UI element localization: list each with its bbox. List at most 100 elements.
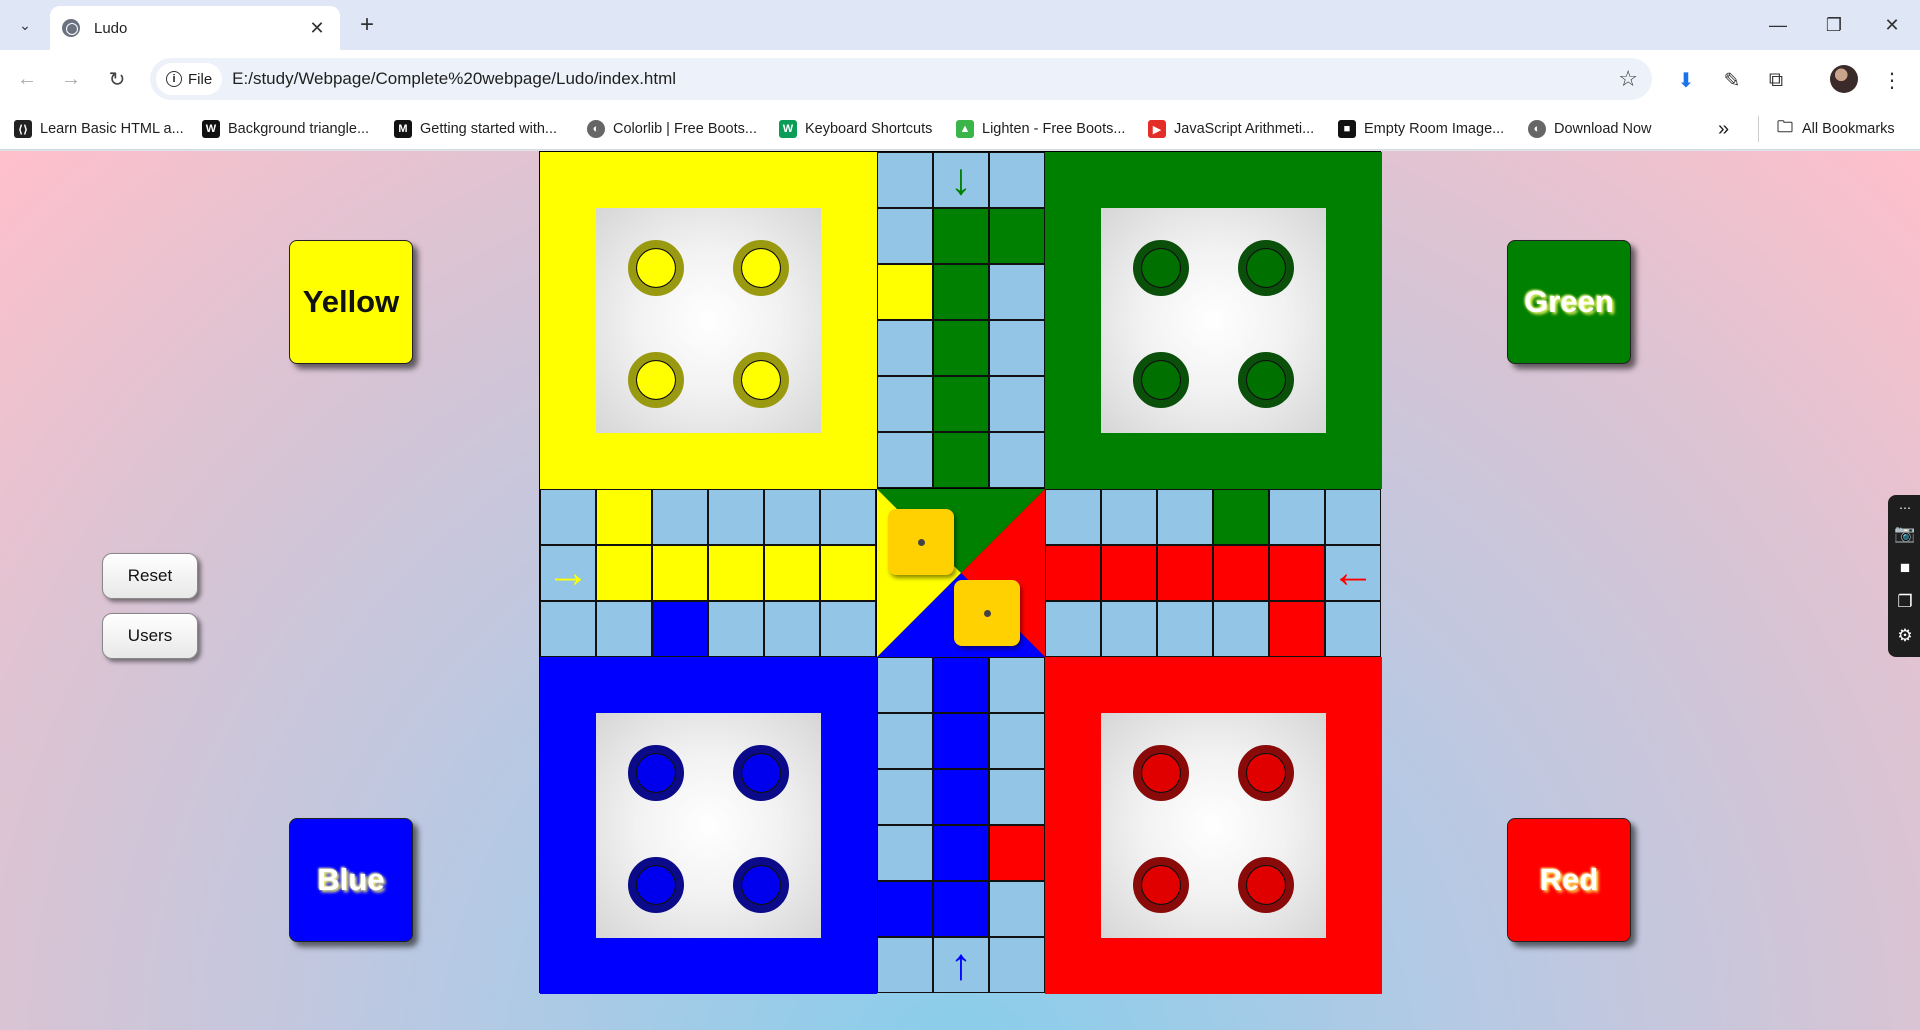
bookmark-item[interactable]: ⟨⟩ Learn Basic HTML a...	[14, 116, 184, 142]
menu-kebab-icon[interactable]: ⋮	[1878, 66, 1906, 94]
track-cell	[764, 601, 820, 657]
users-button[interactable]: Users	[102, 613, 198, 659]
bookmark-item[interactable]: ■ Empty Room Image...	[1338, 116, 1504, 142]
minimize-icon[interactable]: —	[1750, 0, 1806, 50]
track-cell-green	[933, 264, 989, 320]
youtube-icon: ▶	[1148, 120, 1166, 138]
bookmark-star-icon[interactable]: ☆	[1618, 66, 1638, 92]
reload-icon[interactable]: ↻	[102, 64, 132, 94]
track-cell	[540, 489, 596, 545]
track-cell	[877, 769, 933, 825]
token-green[interactable]	[1238, 352, 1294, 408]
folder-icon: 🗀	[1776, 118, 1793, 136]
bookmark-item[interactable]: M Getting started with...	[394, 116, 557, 142]
track-cell	[989, 152, 1045, 208]
forward-arrow-icon[interactable]: →	[56, 64, 86, 94]
token-blue[interactable]	[628, 857, 684, 913]
profile-avatar[interactable]	[1830, 65, 1858, 93]
divider	[1758, 116, 1759, 142]
track-cell	[989, 937, 1045, 993]
close-tab-icon[interactable]: ✕	[306, 18, 328, 39]
token-yellow[interactable]	[733, 352, 789, 408]
address-bar[interactable]: i File E:/study/Webpage/Complete%20webpa…	[150, 58, 1652, 100]
track-cell	[1101, 601, 1157, 657]
bookmark-item[interactable]: W Keyboard Shortcuts	[779, 116, 932, 142]
window-close-icon[interactable]: ✕	[1864, 0, 1920, 50]
window-capture-icon[interactable]: ❐	[1893, 591, 1917, 613]
track-cell	[820, 489, 876, 545]
track-cell-red	[1269, 545, 1325, 601]
track-cell-yellow	[820, 545, 876, 601]
player-button-blue[interactable]: Blue	[289, 818, 413, 942]
token-green[interactable]	[1133, 352, 1189, 408]
track-cell-yellow-safe	[877, 264, 933, 320]
token-yellow[interactable]	[628, 352, 684, 408]
leaf-icon: ▲	[956, 120, 974, 138]
dice-yellow[interactable]	[888, 509, 954, 575]
track-cell	[877, 320, 933, 376]
track-cell-blue-safe	[652, 601, 708, 657]
track-cell	[877, 432, 933, 488]
track-cell-green	[933, 376, 989, 432]
m-logo-icon: M	[394, 120, 412, 138]
camera-icon[interactable]: 📷	[1893, 523, 1917, 545]
restore-icon[interactable]: ❐	[1806, 0, 1862, 50]
player-button-yellow[interactable]: Yellow	[289, 240, 413, 364]
video-camera-icon[interactable]: ■	[1893, 557, 1917, 579]
token-yellow[interactable]	[733, 240, 789, 296]
track-cell	[1269, 489, 1325, 545]
bookmark-item[interactable]: ▲ Lighten - Free Boots...	[956, 116, 1125, 142]
new-tab-button[interactable]: +	[352, 10, 382, 40]
ludo-board: ↓ ↑ → ←	[539, 151, 1382, 994]
green-start-cell	[989, 208, 1045, 264]
token-blue[interactable]	[733, 857, 789, 913]
all-bookmarks-button[interactable]: 🗀 All Bookmarks	[1776, 116, 1895, 142]
track-cell-green	[933, 208, 989, 264]
track-cell	[877, 208, 933, 264]
track-cell-red-safe	[989, 825, 1045, 881]
dice-pip	[983, 609, 991, 617]
settings-gear-icon[interactable]: ⚙	[1893, 625, 1917, 647]
token-red[interactable]	[1133, 857, 1189, 913]
token-red[interactable]	[1238, 857, 1294, 913]
track-cell	[877, 713, 933, 769]
tab-search-chevron-icon[interactable]: ⌄	[10, 10, 40, 40]
bookmark-item[interactable]: ◐ Colorlib | Free Boots...	[587, 116, 757, 142]
token-green[interactable]	[1238, 240, 1294, 296]
tab-ludo[interactable]: Ludo ✕	[50, 6, 340, 50]
site-info-chip[interactable]: i File	[156, 63, 223, 95]
track-cell	[989, 432, 1045, 488]
track-cell-yellow	[596, 545, 652, 601]
bookmark-item[interactable]: ◐ Download Now	[1528, 116, 1652, 142]
red-start-cell	[1269, 601, 1325, 657]
bookmark-item[interactable]: ▶ JavaScript Arithmeti...	[1148, 116, 1314, 142]
track-cell	[989, 769, 1045, 825]
browser-toolbar: ← → ↻ i File E:/study/Webpage/Complete%2…	[0, 50, 1920, 108]
panel-grip-icon[interactable]: ⋯	[1893, 497, 1917, 519]
token-green[interactable]	[1133, 240, 1189, 296]
eyedropper-icon[interactable]: ✎	[1718, 66, 1746, 94]
extensions-puzzle-icon[interactable]: ⧉	[1762, 66, 1790, 94]
token-red[interactable]	[1133, 745, 1189, 801]
dice-red[interactable]	[954, 580, 1020, 646]
track-cell	[1045, 601, 1101, 657]
track-cell	[708, 601, 764, 657]
download-icon[interactable]: ⬇	[1672, 66, 1700, 94]
track-cell	[820, 601, 876, 657]
token-blue[interactable]	[628, 745, 684, 801]
player-button-green[interactable]: Green	[1507, 240, 1631, 364]
back-arrow-icon[interactable]: ←	[12, 64, 42, 94]
player-button-red[interactable]: Red	[1507, 818, 1631, 942]
more-bookmarks-chevron-icon[interactable]: »	[1718, 116, 1729, 142]
track-cell	[989, 713, 1045, 769]
url-text[interactable]: E:/study/Webpage/Complete%20webpage/Ludo…	[232, 69, 1618, 89]
home-yellow	[540, 152, 877, 489]
track-cell	[1157, 489, 1213, 545]
track-cell-blue	[933, 713, 989, 769]
token-red[interactable]	[1238, 745, 1294, 801]
token-blue[interactable]	[733, 745, 789, 801]
home-yard-green	[1101, 208, 1326, 433]
bookmark-item[interactable]: W Background triangle...	[202, 116, 369, 142]
reset-button[interactable]: Reset	[102, 553, 198, 599]
token-yellow[interactable]	[628, 240, 684, 296]
